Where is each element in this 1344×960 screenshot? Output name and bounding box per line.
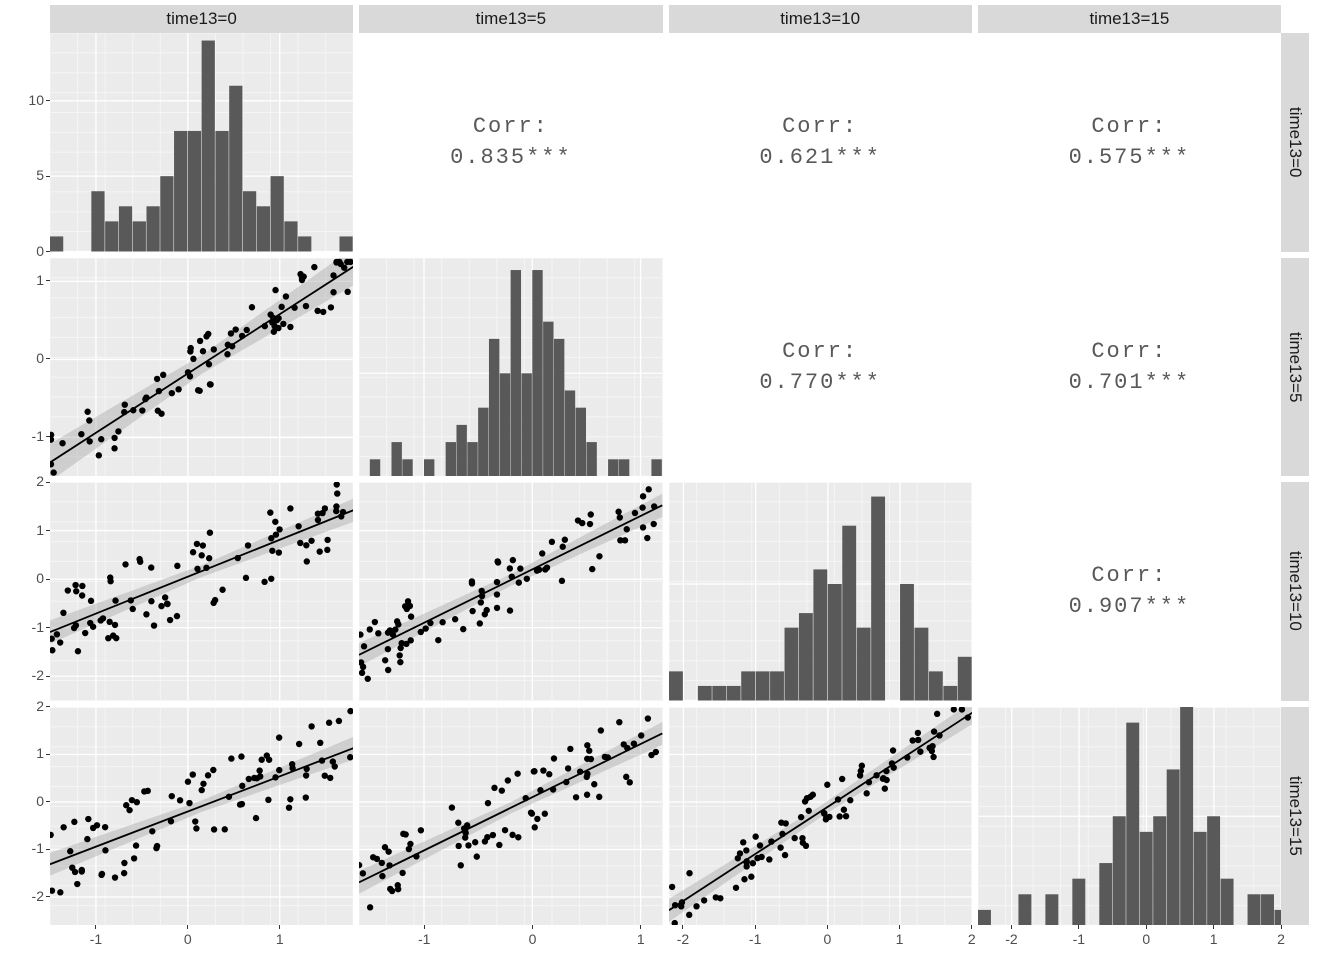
corr-label: Corr: (782, 339, 858, 364)
scatter-panel (669, 707, 972, 926)
col-strip: time13=15 (978, 5, 1281, 33)
corr-value: 0.701*** (1069, 370, 1191, 395)
corr-value: 0.770*** (759, 370, 881, 395)
col-strip: time13=10 (669, 5, 972, 33)
x-tick-label: 0 (815, 931, 839, 947)
y-tick-label: -2 (14, 888, 44, 904)
corr-value: 0.835*** (450, 145, 572, 170)
col-strip: time13=5 (359, 5, 662, 33)
y-tick-label: 1 (14, 522, 44, 538)
x-tick-label: -1 (1067, 931, 1091, 947)
row-strip: time13=0 (1281, 33, 1309, 252)
scatter-panel (50, 482, 353, 701)
x-tick-label: 1 (268, 931, 292, 947)
x-tick-label: 1 (1202, 931, 1226, 947)
corr-label: Corr: (473, 114, 549, 139)
x-tick-label: -2 (671, 931, 695, 947)
x-tick-label: 1 (888, 931, 912, 947)
y-tick-label: 1 (14, 745, 44, 761)
histogram-panel (669, 482, 972, 701)
scatter-panel (359, 707, 662, 926)
x-tick-label: -1 (84, 931, 108, 947)
y-tick-label: 1 (14, 272, 44, 288)
corr-label: Corr: (1091, 339, 1167, 364)
corr-label: Corr: (1091, 114, 1167, 139)
x-tick-label: 2 (1269, 931, 1293, 947)
x-tick-label: -2 (999, 931, 1023, 947)
correlation-panel: Corr: 0.621*** (669, 33, 972, 252)
correlation-panel: Corr: 0.575*** (978, 33, 1281, 252)
x-tick-label: 0 (521, 931, 545, 947)
y-tick-label: -1 (14, 428, 44, 444)
scatter-panel (50, 258, 353, 477)
histogram-panel (50, 33, 353, 252)
histogram-panel (978, 707, 1281, 926)
correlation-panel: Corr: 0.701*** (978, 258, 1281, 477)
corr-label: Corr: (782, 114, 858, 139)
correlation-panel: Corr: 0.770*** (669, 258, 972, 477)
x-tick-label: -1 (743, 931, 767, 947)
y-tick-label: 2 (14, 698, 44, 714)
y-tick-label: 5 (14, 167, 44, 183)
y-tick-label: -1 (14, 840, 44, 856)
row-strip: time13=10 (1281, 482, 1309, 701)
x-tick-label: 0 (176, 931, 200, 947)
y-tick-label: -1 (14, 619, 44, 635)
x-tick-label: 2 (960, 931, 984, 947)
y-tick-label: 0 (14, 350, 44, 366)
x-tick-label: -1 (412, 931, 436, 947)
corr-value: 0.575*** (1069, 145, 1191, 170)
correlation-panel: Corr: 0.835*** (359, 33, 662, 252)
col-strip: time13=0 (50, 5, 353, 33)
row-strip: time13=5 (1281, 258, 1309, 477)
scatter-panel (50, 707, 353, 926)
corr-value: 0.621*** (759, 145, 881, 170)
y-tick-label: 2 (14, 473, 44, 489)
histogram-panel (359, 258, 662, 477)
x-tick-label: 0 (1134, 931, 1158, 947)
corr-value: 0.907*** (1069, 594, 1191, 619)
row-strip: time13=15 (1281, 707, 1309, 926)
y-tick-label: 10 (14, 92, 44, 108)
pairs-plot-matrix: time13=0time13=5time13=10time13=15time13… (0, 0, 1344, 960)
x-tick-label: 1 (629, 931, 653, 947)
y-tick-label: 0 (14, 570, 44, 586)
scatter-panel (359, 482, 662, 701)
y-tick-label: -2 (14, 667, 44, 683)
correlation-panel: Corr: 0.907*** (978, 482, 1281, 701)
y-tick-label: 0 (14, 243, 44, 259)
y-tick-label: 0 (14, 793, 44, 809)
corr-label: Corr: (1091, 563, 1167, 588)
